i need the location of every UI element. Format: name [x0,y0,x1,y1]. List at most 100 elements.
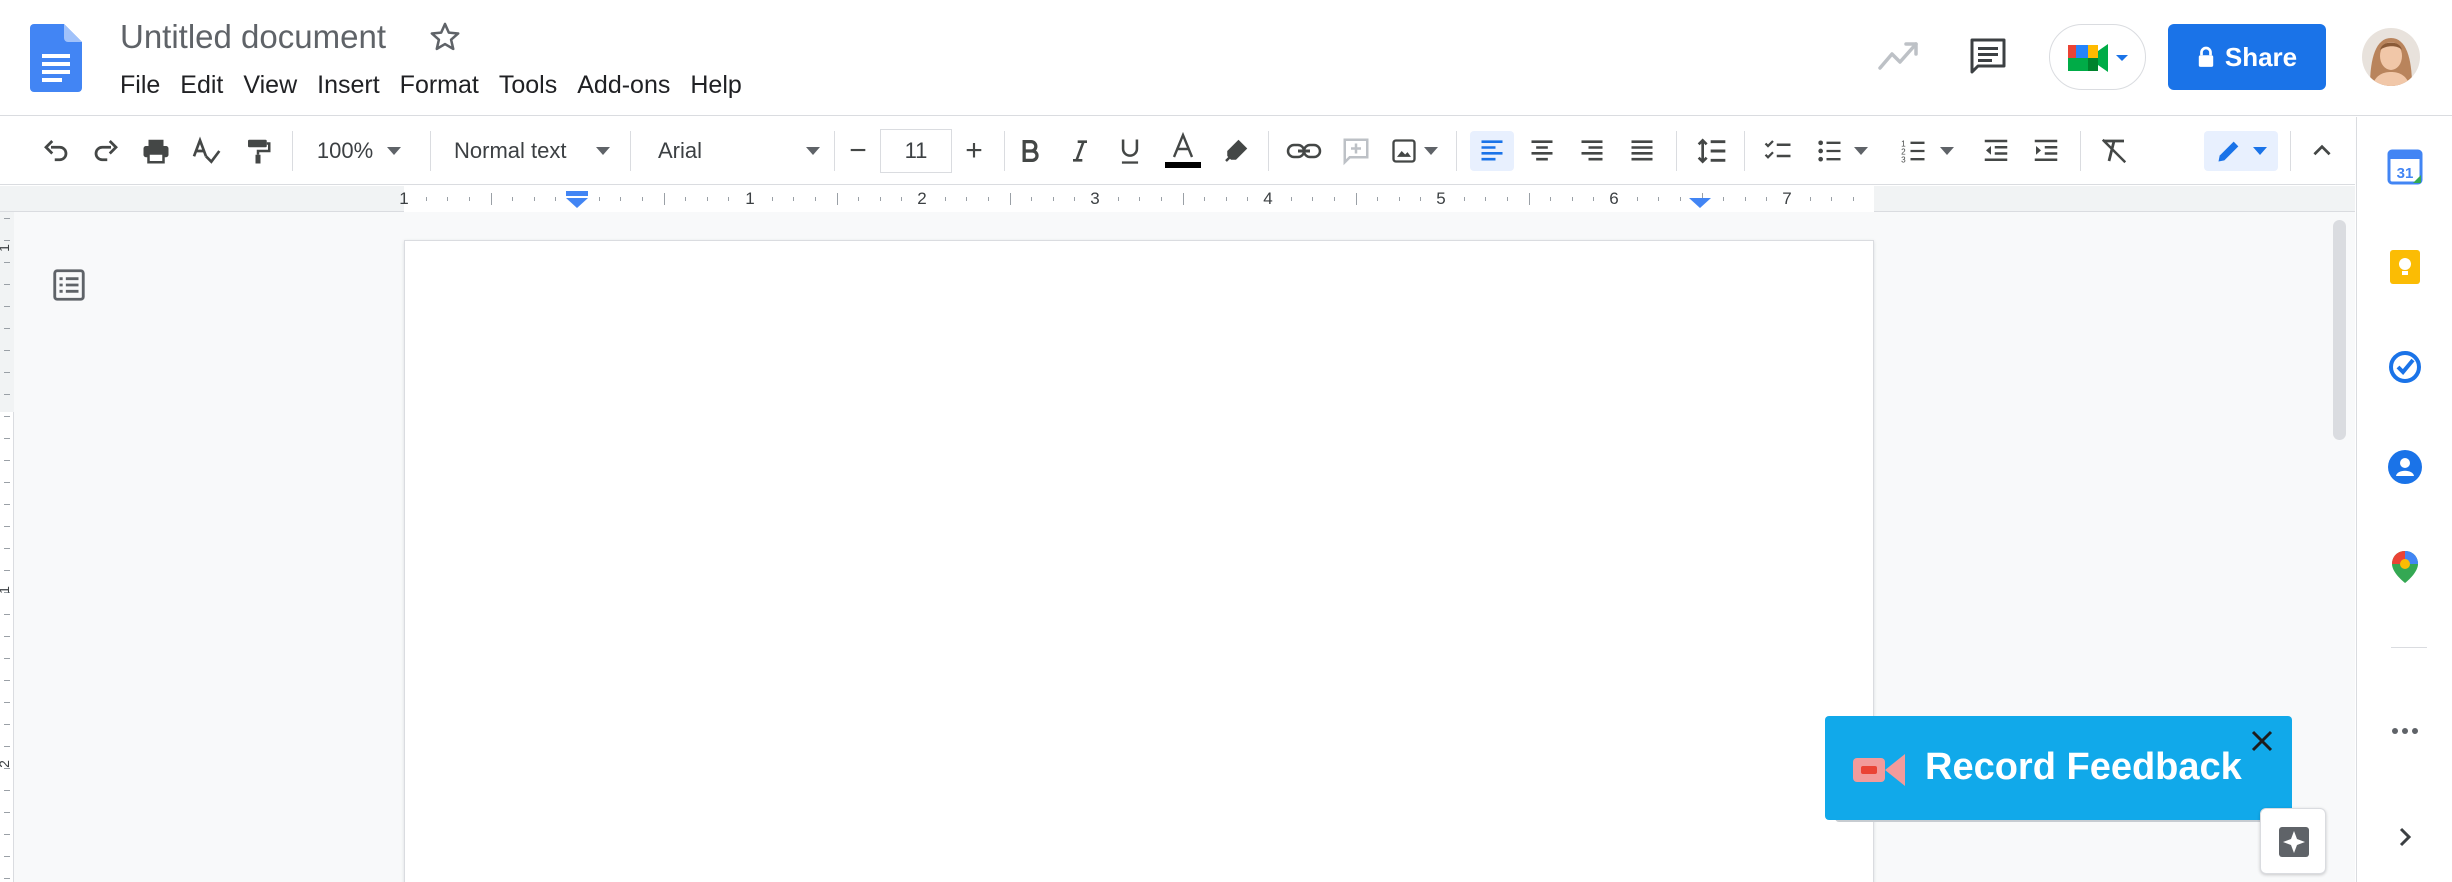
meet-button[interactable] [2049,24,2146,90]
decrease-indent-icon [1984,139,2008,161]
justify-button[interactable] [1620,131,1664,171]
camera-icon [1853,754,1905,786]
avatar[interactable] [2362,28,2420,86]
side-panel-divider [2391,647,2427,648]
maps-icon[interactable] [2387,549,2423,585]
highlight-color-button[interactable] [1216,131,1256,171]
paint-format-button[interactable] [238,131,278,171]
activity-icon[interactable] [1878,38,1920,74]
italic-button[interactable] [1060,131,1100,171]
expand-panel-icon[interactable] [2387,819,2423,855]
print-icon [143,139,169,164]
bold-icon [1022,140,1039,162]
vertical-ruler-ticks [0,212,14,879]
insert-image-button[interactable] [1386,131,1442,171]
highlight-icon [1225,139,1248,162]
increase-font-size-button[interactable]: + [954,131,994,171]
vertical-ruler-number: 2 [0,760,12,768]
star-icon[interactable] [428,20,462,54]
menu-insert[interactable]: Insert [307,66,390,106]
lock-icon [2198,46,2214,67]
align-right-button[interactable] [1570,131,1614,171]
align-left-button[interactable] [1470,131,1514,171]
side-panel: 31 [2356,117,2452,882]
ruler-number: 2 [917,189,927,208]
chevron-down-icon [1424,147,1438,155]
contacts-icon[interactable] [2387,449,2423,485]
align-right-icon [1581,140,1603,161]
menu-format[interactable]: Format [390,66,489,106]
increase-indent-button[interactable] [2024,131,2068,171]
paragraph-style-select[interactable]: Normal text [446,131,616,171]
share-label: Share [2224,41,2298,72]
menu-view[interactable]: View [233,66,307,106]
document-title[interactable]: Untitled document [120,18,386,56]
record-feedback-widget: Record Feedback [1825,716,2292,822]
editing-mode-button[interactable] [2204,131,2278,171]
align-center-icon [1531,140,1553,161]
explore-button[interactable] [2260,808,2326,874]
redo-button[interactable] [86,131,126,171]
menu-add-ons[interactable]: Add-ons [567,66,680,106]
clear-formatting-button[interactable] [2092,131,2136,171]
numbered-list-button[interactable]: 123 [1896,131,1958,171]
zoom-select[interactable]: 100% [304,131,414,171]
underline-icon [1121,139,1139,164]
font-value: Arial [658,138,703,163]
record-feedback-button[interactable]: Record Feedback [1825,716,2292,820]
collapse-menus-button[interactable] [2302,131,2342,171]
more-icon[interactable] [2387,713,2423,749]
decrease-indent-button[interactable] [1974,131,2018,171]
line-spacing-button[interactable] [1690,131,1734,171]
font-size-input[interactable]: 11 [880,129,952,173]
calendar-icon[interactable]: 31 [2387,149,2423,185]
left-indent-icon [566,198,588,208]
docs-logo[interactable] [30,24,82,92]
ruler-number: 6 [1609,189,1619,208]
increase-indent-icon [2034,139,2058,161]
insert-link-button[interactable] [1284,131,1324,171]
outline-icon[interactable] [50,266,88,304]
chevron-down-icon [1940,147,1954,155]
tasks-icon[interactable] [2387,349,2423,385]
checklist-button[interactable] [1756,131,1800,171]
ruler-number: 5 [1436,189,1446,208]
align-left-icon [1481,140,1503,161]
bulleted-list-button[interactable] [1812,131,1872,171]
text-color-button[interactable] [1162,131,1204,171]
keep-icon[interactable] [2387,249,2423,285]
print-button[interactable] [136,131,176,171]
horizontal-ruler[interactable]: 1 1 2 3 4 5 6 7 [0,186,2355,212]
decrease-font-size-button[interactable]: − [838,131,878,171]
spellcheck-button[interactable] [186,131,226,171]
chevron-down-icon [596,147,610,155]
align-center-button[interactable] [1520,131,1564,171]
document-page[interactable] [404,240,1874,882]
bold-button[interactable] [1010,131,1050,171]
text-color-icon [1165,131,1201,168]
close-icon[interactable] [2249,728,2275,754]
menu-help[interactable]: Help [680,66,751,106]
meet-icon [2068,44,2128,72]
menu-edit[interactable]: Edit [170,66,233,106]
menubar: File Edit View Insert Format Tools Add-o… [110,66,752,106]
ruler-ticks [426,191,1854,208]
vertical-ruler[interactable]: 1 1 2 [0,212,14,882]
chevron-down-icon [1854,147,1868,155]
comments-icon[interactable] [1968,36,2008,76]
add-comment-icon [1343,138,1369,166]
zoom-value: 100% [316,138,374,163]
menu-file[interactable]: File [110,66,170,106]
spellcheck-icon [192,136,221,164]
line-spacing-icon [1697,138,1726,164]
share-button[interactable]: Share [2168,24,2326,90]
underline-button[interactable] [1110,131,1150,171]
add-comment-button[interactable] [1336,131,1376,171]
font-select[interactable]: Arial [644,131,824,171]
menu-tools[interactable]: Tools [489,66,567,106]
undo-button[interactable] [36,131,76,171]
ruler-number: 4 [1263,189,1273,208]
right-indent-icon [1689,198,1711,208]
justify-icon [1631,140,1653,161]
scrollbar[interactable] [2333,220,2346,440]
